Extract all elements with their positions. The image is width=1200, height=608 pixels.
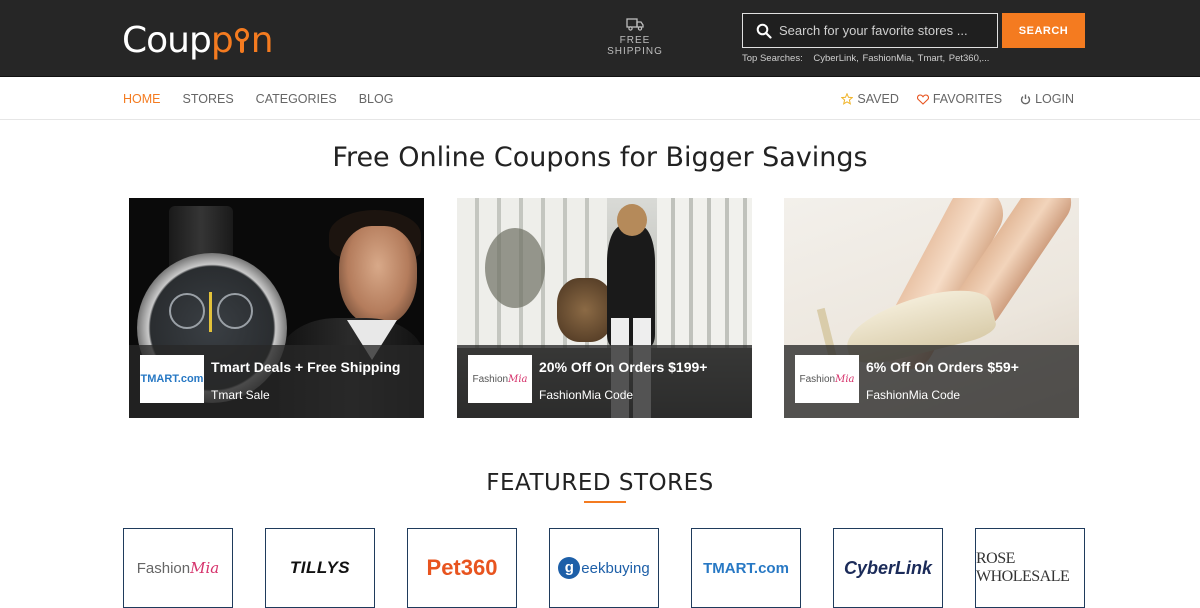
nav-login-label: LOGIN [1035,92,1074,106]
free-shipping-label: FREE SHIPPING [607,35,663,57]
nav-saved-label: SAVED [857,92,899,106]
heart-icon [916,93,929,105]
store-logo: FashionMia [795,355,859,403]
store-tile-fashionmia[interactable]: FashionMia [123,528,233,608]
search-input[interactable] [775,15,997,46]
store-logo-cyberlink: CyberLink [843,557,933,578]
top-searches: Top Searches: CyberLink, FashionMia, Tma… [742,53,990,64]
search-box [742,13,998,48]
deal-title[interactable]: 20% Off On Orders $199+ [539,359,707,375]
store-tile-tmart[interactable]: TMART.com [691,528,801,608]
free-shipping: FREE SHIPPING [590,18,680,57]
store-tile-rosewholesale[interactable]: ROSE WHOLESALE [975,528,1085,608]
deal-overlay: TMART.com Tmart Deals + Free Shipping Tm… [129,345,424,418]
search-icon [756,23,772,39]
top-searches-label: Top Searches: [742,53,803,64]
store-logo-pet360: Pet360 [426,555,498,580]
top-search-link[interactable]: Pet360,... [949,53,990,64]
deal-title[interactable]: 6% Off On Orders $59+ [866,359,1019,375]
store-logo-tmart: TMART.com [703,559,789,577]
deal-store: FashionMia Code [539,388,634,402]
deal-title[interactable]: Tmart Deals + Free Shipping [211,359,400,375]
top-search-link[interactable]: FashionMia, [862,53,914,64]
truck-icon [626,18,644,31]
store-tile-cyberlink[interactable]: CyberLink [833,528,943,608]
nav-categories[interactable]: CATEGORIES [256,92,337,106]
nav-favorites-label: FAVORITES [932,92,1003,106]
nav-saved[interactable]: SAVED [841,92,899,106]
deal-card[interactable]: FashionMia 20% Off On Orders $199+ Fashi… [457,198,752,418]
brand-logo[interactable]: Coup p n [122,18,274,62]
brand-p: p [210,19,234,61]
store-logo-geekbuying: g eekbuying [558,557,650,579]
deal-store: FashionMia Code [866,388,961,402]
nav-stores[interactable]: STORES [183,92,234,106]
deal-store: Tmart Sale [211,388,270,402]
deal-card[interactable]: FashionMia 6% Off On Orders $59+ Fashion… [784,198,1079,418]
power-icon [1020,94,1031,104]
store-tile-tillys[interactable]: TILLYS [265,528,375,608]
nav-favorites[interactable]: FAVORITES [916,92,1003,106]
search-button[interactable]: SEARCH [1002,13,1085,48]
brand-name-part1: Coup [122,19,212,61]
top-search-link[interactable]: CyberLink, [813,53,858,64]
store-logo-rosewholesale: ROSE WHOLESALE [976,550,1070,585]
pin-icon [234,25,250,55]
featured-stores-title: FEATURED STORES [486,470,714,496]
title-underline [584,501,626,503]
main-nav: HOME STORES CATEGORIES BLOG SAVED FAVORI… [0,78,1200,120]
top-search-link[interactable]: Tmart, [918,53,945,64]
store-logo: TMART.com [140,355,204,403]
deal-card[interactable]: TMART.com Tmart Deals + Free Shipping Tm… [129,198,424,418]
brand-name-part2: n [250,19,274,61]
nav-home[interactable]: HOME [123,92,161,106]
store-logo: FashionMia [468,355,532,403]
nav-blog[interactable]: BLOG [359,92,394,106]
store-tile-geekbuying[interactable]: g eekbuying [549,528,659,608]
store-logo-tillys: TILLYS [289,558,351,577]
store-tile-pet360[interactable]: Pet360 [407,528,517,608]
deal-overlay: FashionMia 20% Off On Orders $199+ Fashi… [457,345,752,418]
star-icon [841,93,854,105]
deal-overlay: FashionMia 6% Off On Orders $59+ Fashion… [784,345,1079,418]
top-bar: Couppn FREE SHIPPING SEARCH Top Searches… [0,0,1200,77]
store-logo-fashionmia: FashionMia [136,559,220,577]
nav-login[interactable]: LOGIN [1020,92,1074,106]
page-headline: Free Online Coupons for Bigger Savings [332,142,868,173]
